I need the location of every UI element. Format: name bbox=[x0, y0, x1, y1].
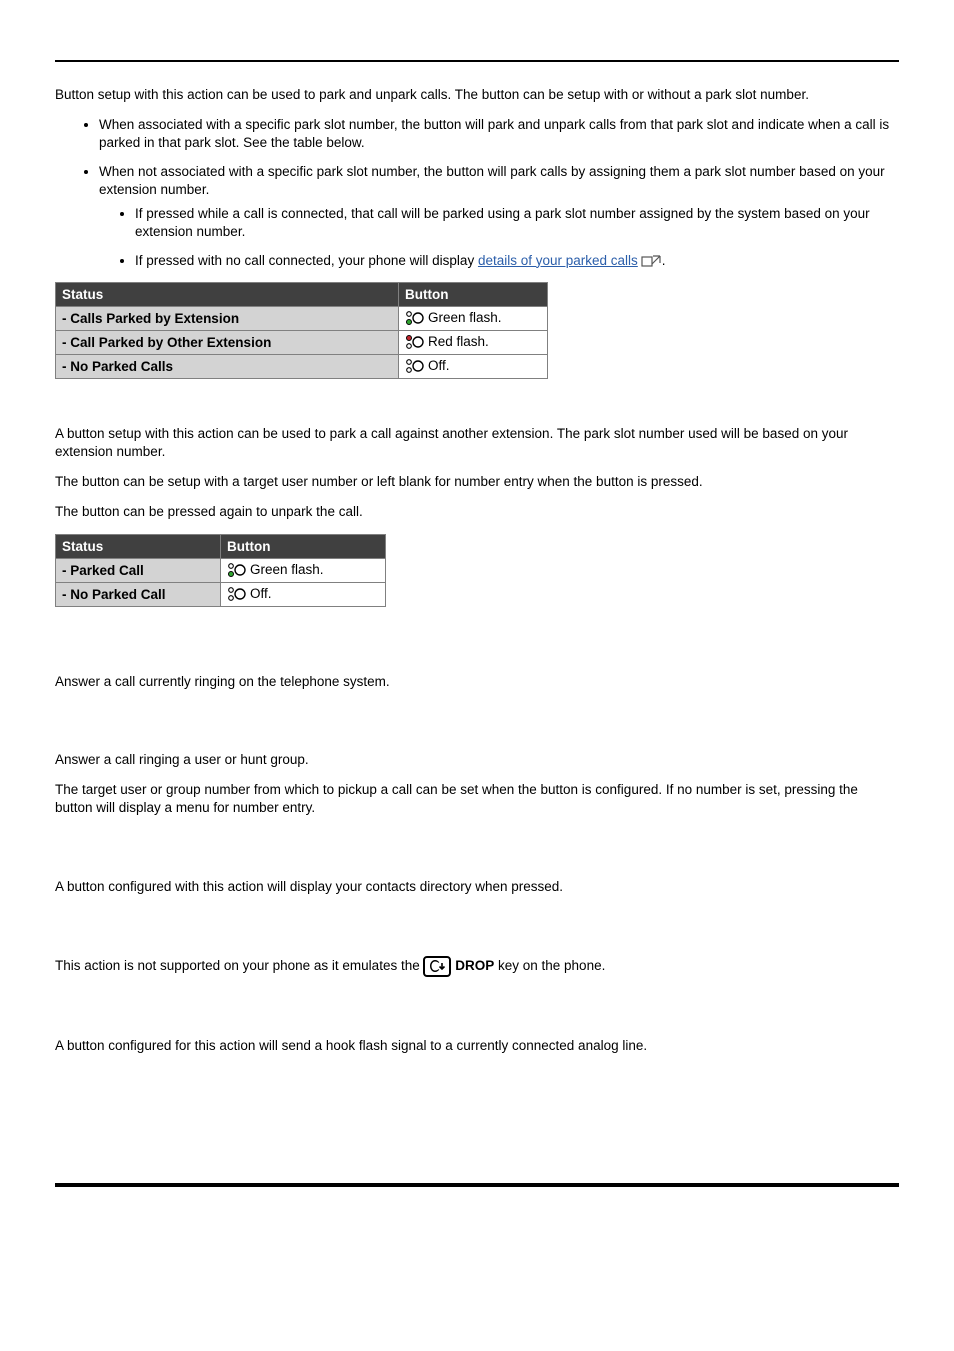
lamp-icon bbox=[227, 586, 247, 603]
call-park-status-table: Status Button - Calls Parked by Extensio… bbox=[55, 282, 548, 379]
cpo-p3: The button can be pressed again to unpar… bbox=[55, 503, 899, 521]
thead-status: Status bbox=[56, 534, 221, 558]
directory-p1: A button configured with this action wil… bbox=[55, 878, 899, 896]
cpo-p1: A button setup with this action can be u… bbox=[55, 425, 899, 461]
thead-status: Status bbox=[56, 282, 399, 306]
table-row: - Parked Call Green flash. bbox=[56, 558, 386, 582]
table-row: - No Parked Call Off. bbox=[56, 582, 386, 606]
table-row: - Calls Parked by Extension Green flash. bbox=[56, 306, 548, 330]
lamp-icon bbox=[405, 358, 425, 375]
drop-key-icon bbox=[423, 956, 451, 977]
call-park-intro: Button setup with this action can be use… bbox=[55, 86, 899, 104]
table-row: - Call Parked by Other Extension Red fla… bbox=[56, 330, 548, 354]
external-link-icon bbox=[640, 254, 662, 268]
parked-calls-link[interactable]: details of your parked calls bbox=[478, 253, 638, 268]
thead-button: Button bbox=[221, 534, 386, 558]
cpo-p2: The button can be setup with a target us… bbox=[55, 473, 899, 491]
pickup-uh-p1: Answer a call ringing a user or hunt gro… bbox=[55, 751, 899, 769]
call-park-bullets: When associated with a specific park slo… bbox=[55, 116, 899, 270]
call-park-bullet-2: When not associated with a specific park… bbox=[99, 163, 899, 270]
thead-button: Button bbox=[399, 282, 548, 306]
pickup-uh-p2: The target user or group number from whi… bbox=[55, 781, 899, 817]
lamp-icon bbox=[227, 562, 247, 579]
flash-p1: A button configured for this action will… bbox=[55, 1037, 899, 1055]
call-park-other-status-table: Status Button - Parked Call Green flash.… bbox=[55, 534, 386, 607]
lamp-icon bbox=[405, 334, 425, 351]
call-park-bullet-1: When associated with a specific park slo… bbox=[99, 116, 899, 152]
call-park-sub-bullets: If pressed while a call is connected, th… bbox=[99, 205, 899, 270]
table-row: - No Parked Calls Off. bbox=[56, 354, 548, 378]
drop-p1: This action is not supported on your pho… bbox=[55, 956, 899, 977]
bottom-rule bbox=[55, 1183, 899, 1187]
call-park-sub-1: If pressed while a call is connected, th… bbox=[135, 205, 899, 241]
lamp-icon bbox=[405, 310, 425, 327]
top-rule bbox=[55, 60, 899, 62]
pickup-any-p1: Answer a call currently ringing on the t… bbox=[55, 673, 899, 691]
call-park-sub-2: If pressed with no call connected, your … bbox=[135, 252, 899, 270]
